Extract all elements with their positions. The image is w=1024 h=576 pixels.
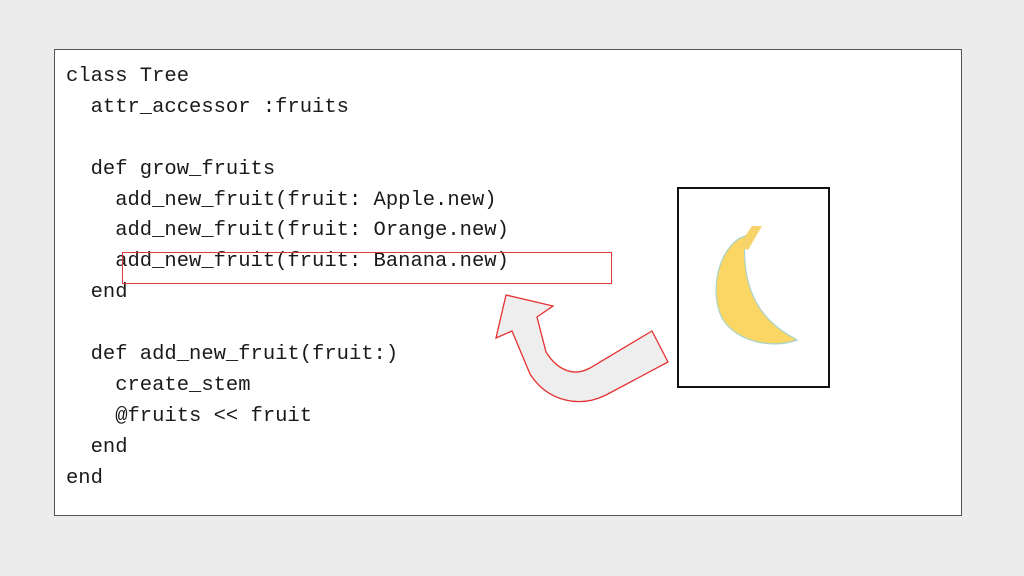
banana-icon: [715, 226, 799, 345]
slide: class Tree attr_accessor :fruits def gro…: [0, 0, 1024, 576]
overlay-graphics: [495, 226, 799, 403]
curved-arrow-icon: [495, 294, 669, 403]
